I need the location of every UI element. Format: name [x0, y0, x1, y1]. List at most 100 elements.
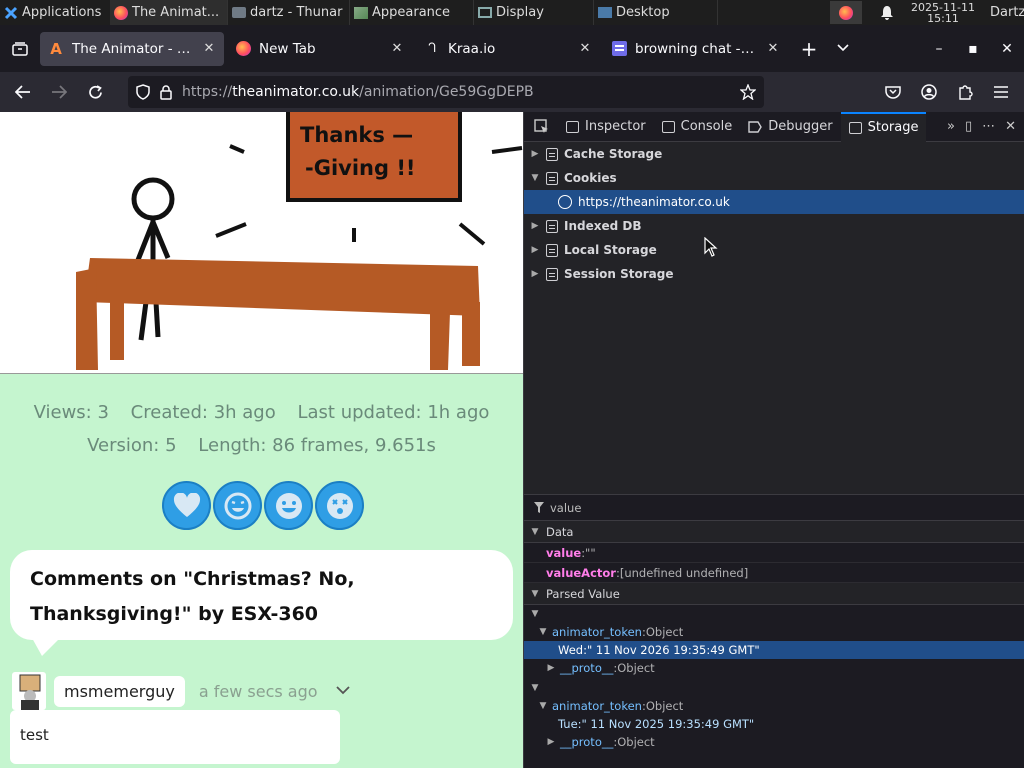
- tab-kraa[interactable]: ᘃ Kraa.io ✕: [416, 32, 600, 66]
- tree-item-cookies[interactable]: ▼ Cookies: [524, 166, 1024, 190]
- taskbar-window-label: The Animat...: [132, 5, 220, 20]
- tab-new-tab[interactable]: New Tab ✕: [228, 32, 412, 66]
- reload-button[interactable]: [78, 76, 112, 108]
- collapse-arrow-icon[interactable]: ▼: [538, 627, 548, 637]
- data-value-row[interactable]: value:"": [524, 543, 1024, 563]
- tab-console[interactable]: Console: [654, 112, 741, 142]
- taskbar-window-desktop[interactable]: Desktop: [594, 0, 718, 25]
- data-value: :[undefined undefined]: [615, 565, 749, 580]
- taskbar-window-display[interactable]: Display: [474, 0, 594, 25]
- heart-icon: [173, 492, 200, 517]
- reaction-buttons: [162, 481, 364, 530]
- reaction-laugh-button[interactable]: [213, 481, 262, 530]
- parsed-proto-1[interactable]: ▶ __proto__:Object: [524, 659, 1024, 677]
- parsed-token-1-date[interactable]: Wed:" 11 Nov 2026 19:35:49 GMT": [524, 641, 1024, 659]
- bookmark-star-icon[interactable]: [740, 84, 756, 100]
- collapse-arrow-icon[interactable]: ▼: [530, 683, 540, 693]
- url-bar[interactable]: https://theanimator.co.uk/animation/Ge59…: [128, 76, 764, 108]
- tree-item-indexed-db[interactable]: ▶ Indexed DB: [524, 214, 1024, 238]
- list-all-tabs-button[interactable]: [826, 41, 860, 56]
- taskbar-window-thunar[interactable]: dartz - Thunar: [228, 0, 350, 25]
- sidebar-filter-input[interactable]: value: [550, 501, 581, 515]
- reaction-love-eyes-button[interactable]: [264, 481, 313, 530]
- reaction-dizzy-button[interactable]: [315, 481, 364, 530]
- collapse-arrow-icon[interactable]: ▼: [530, 173, 540, 183]
- expand-arrow-icon[interactable]: ▶: [530, 149, 540, 159]
- taskbar-window-animator[interactable]: The Animat...: [110, 0, 228, 25]
- maximize-button[interactable]: ▪: [956, 41, 990, 57]
- pocket-button[interactable]: [876, 76, 910, 108]
- applications-menu[interactable]: Applications: [0, 0, 110, 25]
- extensions-button[interactable]: [948, 76, 982, 108]
- new-tab-button[interactable]: +: [792, 37, 826, 61]
- tab-close-icon[interactable]: ✕: [578, 41, 592, 56]
- expand-arrow-icon[interactable]: ▶: [530, 269, 540, 279]
- tab-close-icon[interactable]: ✕: [766, 41, 780, 56]
- app-menu-button[interactable]: [984, 76, 1018, 108]
- parsed-token-2[interactable]: ▼ animator_token:Object: [524, 697, 1024, 715]
- collapse-arrow-icon[interactable]: ▼: [530, 527, 540, 537]
- element-picker-button[interactable]: [524, 119, 558, 134]
- parsed-token-1[interactable]: ▼ animator_token:Object: [524, 623, 1024, 641]
- reaction-heart-button[interactable]: [162, 481, 211, 530]
- parsed-proto-2[interactable]: ▶ __proto__:Object: [524, 733, 1024, 751]
- taskbar-window-appearance[interactable]: Appearance: [350, 0, 474, 25]
- tree-item-session-storage[interactable]: ▶ Session Storage: [524, 262, 1024, 286]
- tab-storage[interactable]: Storage: [840, 111, 927, 142]
- animation-canvas[interactable]: Thanks — -Giving !!: [0, 112, 523, 374]
- appearance-icon: [354, 6, 368, 19]
- smiling-face-icon: [275, 492, 302, 519]
- back-button[interactable]: [6, 76, 40, 108]
- tree-item-label: Cookies: [564, 171, 617, 185]
- close-window-button[interactable]: ✕: [990, 41, 1024, 57]
- shield-icon[interactable]: [136, 84, 150, 100]
- more-tools-chevron-icon[interactable]: »: [947, 119, 955, 134]
- taskbar-firefox-launcher[interactable]: [830, 1, 862, 24]
- devtools-menu-icon[interactable]: ⋯: [982, 119, 995, 134]
- minimize-button[interactable]: –: [922, 41, 956, 57]
- notification-bell-icon[interactable]: [872, 5, 902, 20]
- expand-arrow-icon[interactable]: ▶: [546, 737, 556, 747]
- folder-icon: [232, 7, 246, 18]
- tree-item-cache-storage[interactable]: ▶ Cache Storage: [524, 142, 1024, 166]
- clock-date: 2025-11-11: [911, 0, 975, 14]
- sidebar-filter[interactable]: value: [524, 495, 1024, 521]
- lock-icon[interactable]: [160, 84, 172, 100]
- animation-sign-text-1: Thanks —: [300, 123, 413, 147]
- parsed-root-1[interactable]: ▼: [524, 605, 1024, 623]
- account-button[interactable]: [912, 76, 946, 108]
- firefox-view-button[interactable]: [0, 41, 40, 56]
- devtools-toolbar: Inspector Console Debugger Storage » ▯ ⋯…: [524, 111, 1024, 142]
- url-text[interactable]: https://theanimator.co.uk/animation/Ge59…: [182, 84, 730, 100]
- proto-type: :Object: [613, 735, 655, 749]
- collapse-arrow-icon[interactable]: ▼: [538, 701, 548, 711]
- section-parsed-value[interactable]: ▼ Parsed Value: [524, 583, 1024, 605]
- collapse-arrow-icon[interactable]: ▼: [530, 609, 540, 619]
- comment-username[interactable]: msmemerguy: [54, 675, 185, 707]
- section-data[interactable]: ▼ Data: [524, 521, 1024, 543]
- tab-close-icon[interactable]: ✕: [202, 41, 216, 56]
- devtools-toolbar-right: » ▯ ⋯ ✕: [947, 119, 1024, 134]
- tree-item-local-storage[interactable]: ▶ Local Storage: [524, 238, 1024, 262]
- forward-button[interactable]: [42, 76, 76, 108]
- responsive-design-icon[interactable]: ▯: [965, 119, 972, 134]
- tab-the-animator[interactable]: A The Animator - Christmas ✕: [40, 31, 224, 66]
- clock[interactable]: 2025-11-11 15:11: [902, 2, 984, 24]
- expand-arrow-icon[interactable]: ▶: [530, 245, 540, 255]
- user-menu[interactable]: Dartz: [984, 5, 1024, 20]
- comment-timestamp: a few secs ago: [198, 681, 318, 701]
- comment-options-chevron-down-icon[interactable]: [335, 683, 350, 699]
- tab-close-icon[interactable]: ✕: [390, 41, 404, 56]
- expand-arrow-icon[interactable]: ▶: [530, 221, 540, 231]
- parsed-token-2-date[interactable]: Tue:" 11 Nov 2025 19:35:49 GMT": [524, 715, 1024, 733]
- tab-debugger[interactable]: Debugger: [740, 112, 840, 142]
- close-devtools-icon[interactable]: ✕: [1005, 119, 1016, 134]
- parsed-root-2[interactable]: ▼: [524, 679, 1024, 697]
- data-value-actor-row[interactable]: valueActor:[undefined undefined]: [524, 563, 1024, 583]
- avatar[interactable]: [12, 672, 46, 710]
- tab-inspector[interactable]: Inspector: [558, 112, 654, 142]
- tree-item-cookie-host[interactable]: https://theanimator.co.uk: [524, 190, 1024, 214]
- collapse-arrow-icon[interactable]: ▼: [530, 589, 540, 599]
- expand-arrow-icon[interactable]: ▶: [546, 663, 556, 673]
- tab-browning-chat[interactable]: browning chat - chat ✕: [604, 32, 788, 66]
